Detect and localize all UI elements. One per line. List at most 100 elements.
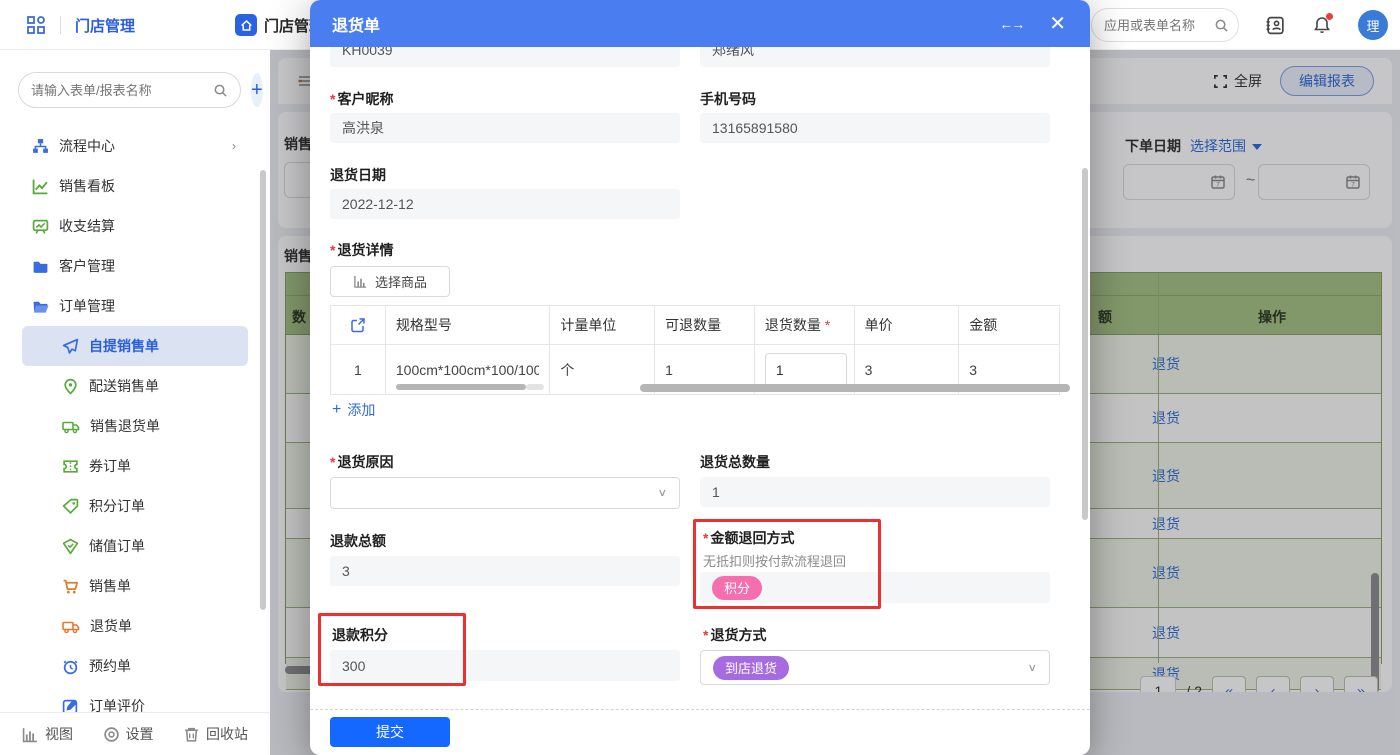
return-way-label: 退货方式 xyxy=(703,625,766,645)
refund-method-help: 无抵扣则按付款流程退回 xyxy=(703,551,846,570)
badge-icon xyxy=(62,538,79,555)
return-way-badge: 到店退货 xyxy=(713,656,789,680)
sidebar-item[interactable]: 客户管理 xyxy=(22,246,248,286)
add-row-link[interactable]: + 添加 xyxy=(332,400,375,420)
sidebar-item[interactable]: 预约单 xyxy=(22,646,248,686)
row-spec: 100cm*100cm*100/100 xyxy=(386,344,551,394)
sidebar-item-label: 配送销售单 xyxy=(89,376,159,396)
sidebar-footer-trash[interactable]: 回收站 xyxy=(183,724,248,744)
cell-scrollbar[interactable] xyxy=(396,384,526,390)
chart-icon xyxy=(32,178,49,195)
clock-icon xyxy=(62,658,79,675)
sidebar-footer-bars[interactable]: 视图 xyxy=(22,724,73,744)
sidebar-item[interactable]: 配送销售单 xyxy=(22,366,248,406)
row-index: 1 xyxy=(331,344,386,394)
expand-icon[interactable]: ←→ xyxy=(999,16,1023,32)
sidebar-scrollbar[interactable] xyxy=(260,170,266,610)
sidebar-item[interactable]: 销售看板 xyxy=(22,166,248,206)
sidebar-search[interactable] xyxy=(18,72,241,108)
sidebar-item-label: 销售单 xyxy=(89,576,131,596)
chevron-down-icon: ∨ xyxy=(657,487,667,500)
col-price: 单价 xyxy=(855,306,960,344)
sidebar-item-label: 自提销售单 xyxy=(89,336,159,356)
sidebar-footer-gear[interactable]: 设置 xyxy=(103,724,154,744)
nav-title[interactable]: 门店管理 xyxy=(75,15,135,36)
sidebar-item[interactable]: 销售退货单 xyxy=(22,406,248,446)
select-product-button[interactable]: 选择商品 xyxy=(330,266,450,297)
col-amount: 金额 xyxy=(959,306,1059,344)
sidebar-item[interactable]: 自提销售单 xyxy=(22,326,248,366)
board-icon xyxy=(32,218,49,235)
folder-open-icon xyxy=(32,298,49,315)
sidebar-item-label: 预约单 xyxy=(89,656,131,676)
sidebar-item[interactable]: 流程中心 › xyxy=(22,126,248,166)
ticket-icon xyxy=(62,458,79,475)
return-detail-label: 退货详情 xyxy=(330,240,393,260)
sidebar-item[interactable]: 积分订单 xyxy=(22,486,248,526)
gear-icon xyxy=(103,726,120,743)
plus-icon: + xyxy=(332,401,341,419)
modal-header: 退货单 ←→ ✕ xyxy=(310,0,1090,47)
sidebar-item[interactable]: 销售单 xyxy=(22,566,248,606)
contacts-icon[interactable] xyxy=(1265,15,1286,36)
send-icon xyxy=(62,338,79,355)
sidebar-item[interactable]: 券订单 xyxy=(22,446,248,486)
refund-total-label: 退款总额 xyxy=(330,531,386,551)
modal-title: 退货单 xyxy=(332,12,380,36)
sidebar-item-label: 销售退货单 xyxy=(90,416,160,436)
reason-select[interactable]: ∨ xyxy=(330,477,680,509)
apps-grid-icon[interactable] xyxy=(26,15,46,35)
org-icon xyxy=(32,138,49,155)
return-qty-input[interactable] xyxy=(765,353,847,387)
return-way-select[interactable]: 到店退货 ∨ xyxy=(700,650,1050,685)
tag-icon xyxy=(62,498,79,515)
avatar[interactable]: 理 xyxy=(1358,10,1388,40)
nickname-label: 客户昵称 xyxy=(330,89,393,109)
sidebar-item-label: 退货单 xyxy=(90,616,132,636)
return-order-modal: 退货单 ←→ ✕ KH0039 郑绪风 客户昵称 高洪泉 手机号码 131658… xyxy=(310,0,1090,755)
detail-table-hscrollbar[interactable] xyxy=(640,384,1070,392)
cart-icon xyxy=(62,578,79,595)
global-search-input[interactable] xyxy=(1104,18,1208,33)
sidebar-item-label: 客户管理 xyxy=(59,256,115,276)
refund-points-label: 退款积分 xyxy=(332,625,388,645)
modal-scrollbar[interactable] xyxy=(1082,168,1088,520)
open-icon[interactable] xyxy=(350,317,366,333)
sidebar-item-label: 积分订单 xyxy=(89,496,145,516)
refund-points-field: 300 xyxy=(330,650,680,681)
col-returnable: 可退数量 xyxy=(655,306,755,344)
phone-label: 手机号码 xyxy=(700,89,756,109)
folder-icon xyxy=(32,258,49,275)
sidebar-item[interactable]: 收支结算 xyxy=(22,206,248,246)
home-icon xyxy=(235,14,257,36)
pin-icon xyxy=(62,378,79,395)
close-icon[interactable]: ✕ xyxy=(1049,14,1066,34)
sidebar-item-label: 销售看板 xyxy=(59,176,115,196)
search-icon xyxy=(213,83,228,98)
refund-total-field: 3 xyxy=(330,556,680,586)
sidebar-search-input[interactable] xyxy=(31,83,207,98)
bars-icon xyxy=(22,726,39,743)
sidebar-item[interactable]: 储值订单 xyxy=(22,526,248,566)
global-search[interactable] xyxy=(1091,8,1239,42)
chevron-right-icon: › xyxy=(232,139,236,153)
refund-method-field: 积分 xyxy=(700,572,1050,603)
footer-divider xyxy=(310,709,1090,710)
total-qty-label: 退货总数量 xyxy=(700,452,770,472)
notification-bell-icon[interactable] xyxy=(1312,15,1332,35)
sidebar-item-label: 储值订单 xyxy=(89,536,145,556)
divider xyxy=(60,16,61,34)
sidebar-item-label: 流程中心 xyxy=(59,136,115,156)
add-form-button[interactable]: + xyxy=(251,73,263,107)
truck-icon xyxy=(62,618,80,635)
sidebar-item[interactable]: 订单管理 xyxy=(22,286,248,326)
submit-button[interactable]: 提交 xyxy=(330,717,450,747)
points-badge: 积分 xyxy=(712,576,762,600)
sidebar-item-label: 收支结算 xyxy=(59,216,115,236)
return-date-label: 退货日期 xyxy=(330,165,386,185)
detail-table-header: 规格型号 计量单位 可退数量 退货数量 * 单价 金额 xyxy=(331,306,1059,344)
bar-chart-icon xyxy=(353,274,368,289)
sidebar-item-label: 券订单 xyxy=(89,456,131,476)
sidebar-item[interactable]: 退货单 xyxy=(22,606,248,646)
reason-label: 退货原因 xyxy=(330,452,393,472)
